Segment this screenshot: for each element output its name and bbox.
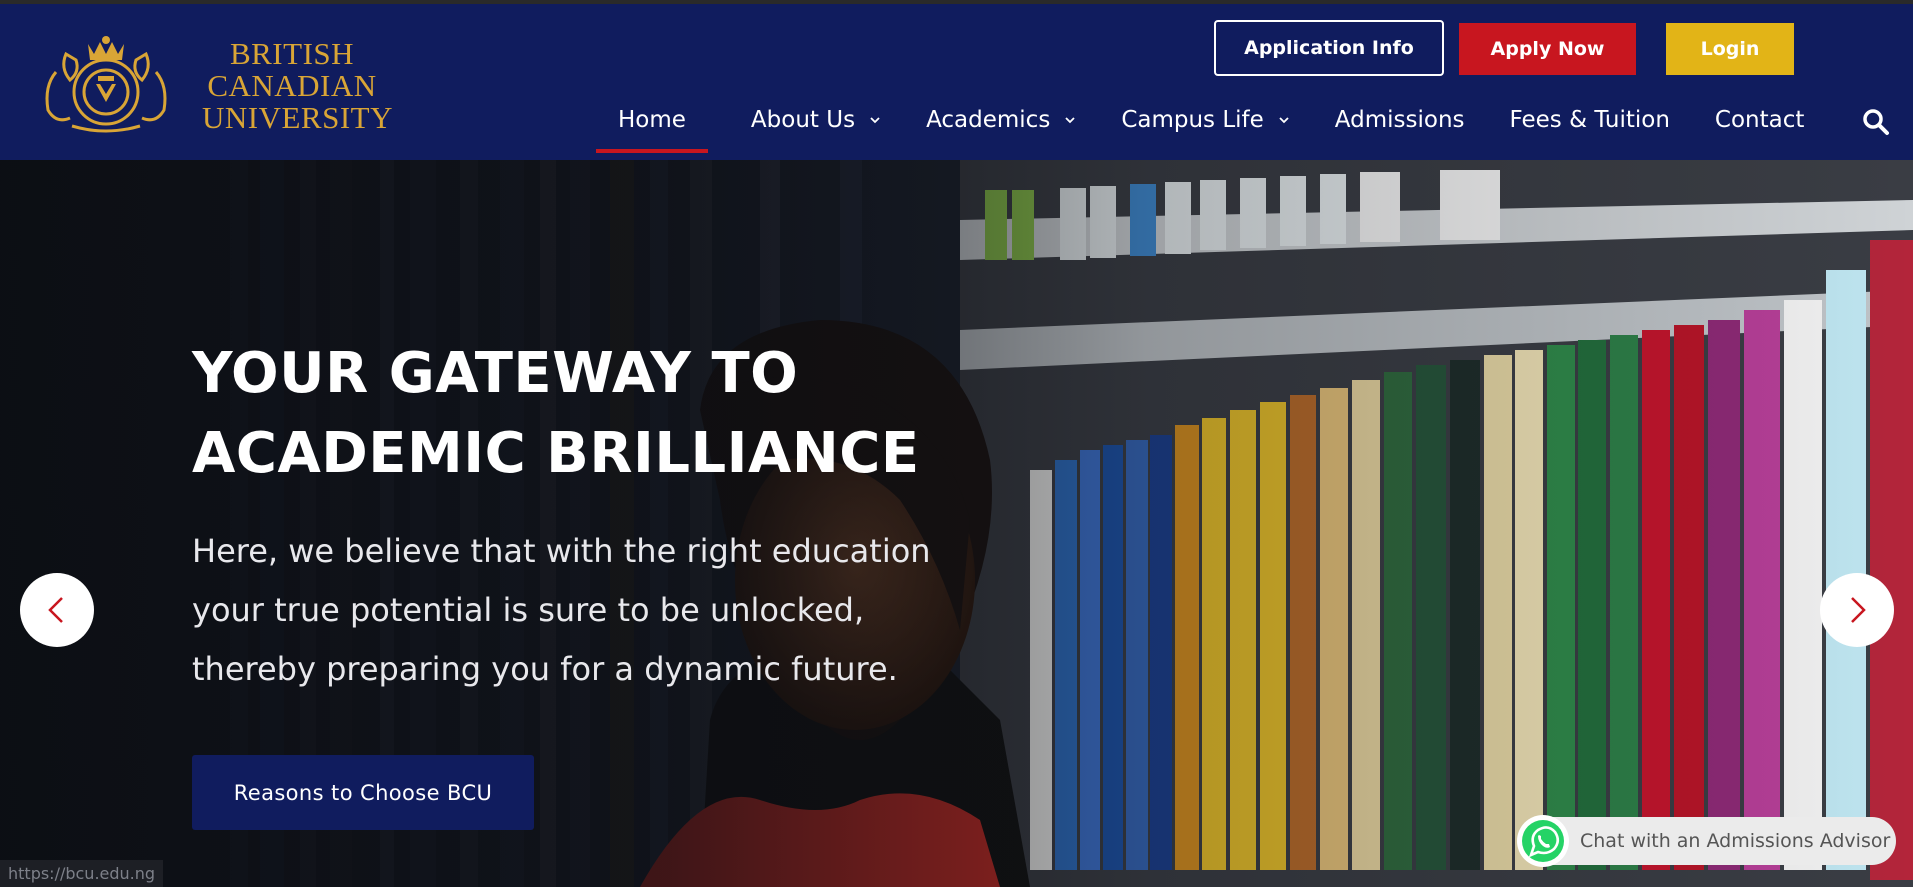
main-nav: Home About Us Academics Campus Life Admi… — [590, 90, 1849, 153]
hero-title: YOUR GATEWAY TO ACADEMIC BRILLIANCE — [192, 334, 952, 494]
hero-body-line: thereby preparing you for a dynamic futu… — [192, 650, 898, 688]
chevron-down-icon — [1279, 117, 1289, 124]
nav-item-label: Home — [618, 107, 686, 133]
login-button[interactable]: Login — [1666, 23, 1794, 75]
slider-next-button[interactable] — [1820, 573, 1894, 647]
nav-item-campus-life[interactable]: Campus Life — [1121, 92, 1289, 148]
status-bar-url: https://bcu.edu.ng — [0, 860, 164, 887]
site-header: British Canadian University Application … — [0, 4, 1913, 160]
chat-label: Chat with an Admissions Advisor — [1580, 830, 1891, 852]
apply-now-button[interactable]: Apply Now — [1459, 23, 1636, 75]
hero-body-line: Here, we believe that with the right edu… — [192, 532, 931, 570]
chevron-right-icon — [1851, 597, 1866, 623]
nav-item-label: Contact — [1714, 107, 1805, 133]
nav-item-label: Fees & Tuition — [1509, 107, 1670, 133]
search-icon[interactable] — [1862, 108, 1890, 136]
application-info-button[interactable]: Application Info — [1214, 20, 1444, 76]
nav-item-fees-tuition[interactable]: Fees & Tuition — [1510, 92, 1670, 148]
logo-wordmark: British Canadian University — [202, 36, 393, 135]
chevron-down-icon — [1065, 117, 1075, 124]
logo-line-3: University — [202, 100, 393, 135]
chevron-down-icon — [870, 117, 880, 124]
logo-line-1: British — [229, 36, 355, 71]
nav-item-label: About Us — [750, 107, 856, 133]
nav-item-about-us[interactable]: About Us — [751, 92, 881, 148]
logo-line-2: Canadian — [207, 68, 377, 103]
nav-item-academics[interactable]: Academics — [926, 92, 1076, 148]
whatsapp-chat-widget[interactable]: Chat with an Admissions Advisor — [1517, 815, 1896, 867]
hero-description: Here, we believe that with the right edu… — [192, 522, 952, 699]
hero-body-line: your true potential is sure to be unlock… — [192, 591, 865, 629]
hero-title-line: ACADEMIC BRILLIANCE — [192, 421, 920, 486]
nav-item-label: Admissions — [1334, 107, 1465, 133]
hero-slider: YOUR GATEWAY TO ACADEMIC BRILLIANCE Here… — [0, 160, 1913, 887]
hero-title-line: YOUR GATEWAY TO — [192, 341, 799, 406]
nav-item-home[interactable]: Home — [596, 92, 708, 153]
slider-prev-button[interactable] — [20, 573, 94, 647]
whatsapp-icon — [1517, 815, 1569, 867]
nav-item-label: Campus Life — [1121, 107, 1264, 133]
nav-item-admissions[interactable]: Admissions — [1335, 92, 1465, 148]
nav-item-contact[interactable]: Contact — [1715, 92, 1804, 148]
crest-icon — [45, 36, 167, 133]
reasons-to-choose-bcu-button[interactable]: Reasons to Choose BCU — [192, 755, 534, 830]
chevron-left-icon — [48, 597, 63, 623]
site-logo[interactable]: British Canadian University — [26, 32, 393, 136]
nav-item-label: Academics — [926, 107, 1051, 133]
